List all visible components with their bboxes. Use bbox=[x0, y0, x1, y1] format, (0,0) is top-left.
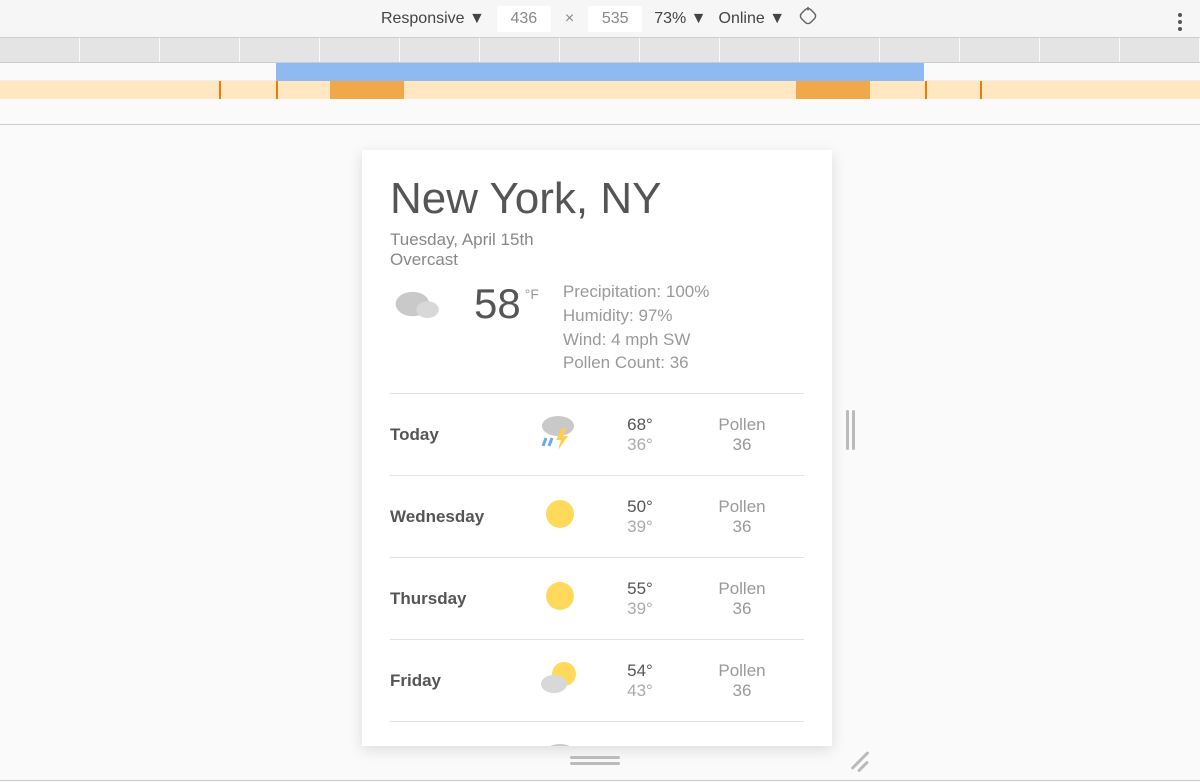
forecast-pollen: Pollen 36 bbox=[680, 743, 804, 746]
humidity-value: 97% bbox=[638, 306, 672, 325]
forecast-temps: 50° 39° bbox=[600, 497, 680, 537]
forecast-day: Friday bbox=[390, 671, 520, 691]
forecast-temps: 54° 43° bbox=[600, 661, 680, 701]
forecast-lo: 36° bbox=[600, 435, 680, 455]
device-frame[interactable]: New York, NY Tuesday, April 15th Overcas… bbox=[362, 150, 832, 746]
precip-label: Precipitation: bbox=[563, 282, 661, 301]
precip-value: 100% bbox=[666, 282, 709, 301]
dimension-separator: × bbox=[565, 10, 574, 28]
media-query-bar-min[interactable] bbox=[0, 81, 1200, 99]
forecast-hi: 64° bbox=[600, 743, 680, 746]
forecast-day: Today bbox=[390, 425, 520, 445]
wind-label: Wind: bbox=[563, 330, 606, 349]
wind-value: 4 mph SW bbox=[611, 330, 690, 349]
forecast-pollen: Pollen 36 bbox=[680, 661, 804, 701]
humidity-label: Humidity: bbox=[563, 306, 634, 325]
resize-handle-corner[interactable] bbox=[846, 749, 872, 775]
forecast-hi: 54° bbox=[600, 661, 680, 681]
rotate-icon[interactable] bbox=[797, 5, 819, 32]
temp-unit: °F bbox=[525, 286, 539, 302]
sun-icon bbox=[520, 576, 600, 621]
chevron-down-icon: ▼ bbox=[469, 10, 485, 27]
forecast-lo: 43° bbox=[600, 681, 680, 701]
forecast-temps: 55° 39° bbox=[600, 579, 680, 619]
forecast-day: Thursday bbox=[390, 589, 520, 609]
forecast-row: Today 68° 36° Pollen bbox=[390, 394, 804, 476]
toolbar-separator bbox=[0, 99, 1200, 125]
overcast-icon bbox=[390, 280, 450, 333]
forecast-list: Today 68° 36° Pollen bbox=[390, 393, 804, 746]
forecast-row: Wednesday 50° 39° Pollen 36 bbox=[390, 476, 804, 558]
pollen-label: Pollen Count: bbox=[563, 353, 665, 372]
forecast-lo: 39° bbox=[600, 517, 680, 537]
device-select-label: Responsive bbox=[381, 10, 465, 27]
resize-handle-bottom[interactable] bbox=[570, 753, 620, 767]
network-select[interactable]: Online ▼ bbox=[719, 10, 786, 28]
forecast-temps: 64° 46° bbox=[600, 743, 680, 746]
zoom-label: 73% bbox=[654, 10, 686, 27]
forecast-row: Friday 54° 43° Pollen 36 bbox=[390, 640, 804, 722]
device-toolbar: Responsive ▼ × 73% ▼ Online ▼ bbox=[0, 0, 1200, 38]
forecast-hi: 50° bbox=[600, 497, 680, 517]
chevron-down-icon: ▼ bbox=[691, 10, 707, 27]
temp-value: 58 bbox=[474, 280, 521, 328]
weather-card: New York, NY Tuesday, April 15th Overcas… bbox=[362, 150, 832, 746]
pollen-value: 36 bbox=[670, 353, 689, 372]
date-text: Tuesday, April 15th bbox=[390, 230, 804, 250]
chevron-down-icon: ▼ bbox=[769, 10, 785, 27]
partly-cloudy-icon bbox=[520, 658, 600, 703]
condition-text: Overcast bbox=[390, 250, 804, 270]
city-name: New York, NY bbox=[390, 174, 804, 224]
current-temp: 58 °F bbox=[474, 280, 539, 328]
height-input[interactable] bbox=[588, 6, 642, 32]
more-options-icon[interactable] bbox=[1178, 10, 1182, 34]
zoom-select[interactable]: 73% ▼ bbox=[654, 10, 706, 28]
forecast-pollen: Pollen 36 bbox=[680, 579, 804, 619]
forecast-day: Wednesday bbox=[390, 507, 520, 527]
forecast-hi: 55° bbox=[600, 579, 680, 599]
forecast-row: Thursday 55° 39° Pollen 36 bbox=[390, 558, 804, 640]
network-label: Online bbox=[719, 10, 765, 27]
forecast-temps: 68° 36° bbox=[600, 415, 680, 455]
weather-meta: Precipitation: 100% Humidity: 97% Wind: … bbox=[563, 280, 710, 375]
thunder-icon bbox=[520, 412, 600, 457]
resize-handle-right[interactable] bbox=[842, 410, 860, 450]
viewport-area: New York, NY Tuesday, April 15th Overcas… bbox=[0, 125, 1200, 782]
rain-icon bbox=[520, 740, 600, 746]
width-input[interactable] bbox=[497, 6, 551, 32]
media-query-bar-max[interactable] bbox=[0, 63, 1200, 81]
forecast-pollen: Pollen 36 bbox=[680, 415, 804, 455]
forecast-pollen: Pollen 36 bbox=[680, 497, 804, 537]
forecast-lo: 39° bbox=[600, 599, 680, 619]
device-select[interactable]: Responsive ▼ bbox=[381, 10, 485, 28]
breakpoint-ruler[interactable] bbox=[0, 38, 1200, 63]
forecast-row: Saturday 64° 46° Pollen bbox=[390, 722, 804, 746]
sun-icon bbox=[520, 494, 600, 539]
forecast-hi: 68° bbox=[600, 415, 680, 435]
